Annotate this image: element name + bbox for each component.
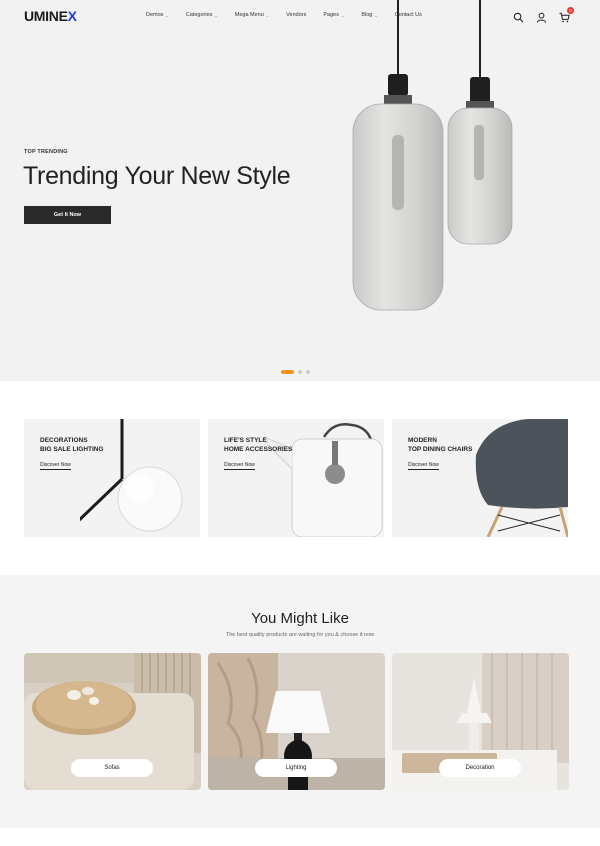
brand-logo[interactable]: UMINEX [24, 8, 77, 24]
site-header: UMINEX Demos ⌄ Categories ⌄ Mega Menu ⌄ Ven… [0, 0, 600, 32]
user-icon[interactable] [536, 10, 547, 23]
get-it-now-button[interactable]: Get It Now [24, 206, 111, 224]
section-title: You Might Like [251, 610, 349, 627]
hero-slider-dots [281, 370, 310, 374]
category-pill-lighting[interactable]: Lighting [255, 759, 337, 777]
category-pill-decoration[interactable]: Decoration [439, 759, 521, 777]
chevron-down-icon: ⌄ [165, 12, 169, 18]
discover-now-link[interactable]: Discover Now [40, 462, 71, 470]
section-subtitle: The best quality products are waiting fo… [225, 632, 375, 638]
search-icon[interactable] [513, 10, 524, 23]
cart-count-badge: 0 [567, 7, 574, 14]
nav-blog[interactable]: Blog ⌄ [361, 12, 377, 18]
hero-eyebrow: TOP TRENDING [24, 149, 68, 155]
hero-banner: TOP TRENDING Trending Your New Style Get… [0, 0, 600, 381]
promo-card-accessories[interactable]: LIFE'S STYLE HOME ACCESSORIES Discover N… [208, 419, 384, 537]
main-nav: Demos ⌄ Categories ⌄ Mega Menu ⌄ Vendors Pa… [146, 12, 439, 18]
header-actions: 0 [513, 7, 574, 23]
pendant-lamps-image [352, 0, 513, 311]
nav-contact-us[interactable]: Contact Us [395, 12, 422, 18]
category-pill-sofas[interactable]: Sofas [71, 759, 153, 777]
slider-dot[interactable] [281, 370, 294, 374]
nav-pages[interactable]: Pages ⌄ [323, 12, 344, 18]
nav-mega-menu[interactable]: Mega Menu ⌄ [235, 12, 269, 18]
slider-dot[interactable] [298, 370, 302, 374]
category-card-decoration[interactable]: Decoration [392, 653, 569, 790]
chevron-down-icon: ⌄ [340, 12, 345, 18]
promo-title: DECORATIONS BIG SALE LIGHTING [40, 437, 104, 453]
chevron-down-icon: ⌄ [214, 12, 218, 18]
nav-vendors[interactable]: Vendors [286, 12, 306, 18]
promo-title: LIFE'S STYLE HOME ACCESSORIES [224, 437, 293, 453]
promo-card-lighting[interactable]: DECORATIONS BIG SALE LIGHTING Discover N… [24, 419, 200, 537]
nav-categories[interactable]: Categories ⌄ [186, 12, 218, 18]
promo-section: DECORATIONS BIG SALE LIGHTING Discover N… [0, 381, 600, 575]
chevron-down-icon: ⌄ [374, 12, 378, 18]
category-card-sofas[interactable]: Sofas [24, 653, 201, 790]
slider-dot[interactable] [306, 370, 310, 374]
nav-demos[interactable]: Demos ⌄ [146, 12, 169, 18]
hero-title: Trending Your New Style [23, 162, 291, 190]
promo-card-chairs[interactable]: MODERN TOP DINING CHAIRS Discover Now [392, 419, 568, 537]
category-card-lighting[interactable]: Lighting [208, 653, 385, 790]
discover-now-link[interactable]: Discover Now [224, 462, 255, 470]
promo-title: MODERN TOP DINING CHAIRS [408, 437, 473, 453]
discover-now-link[interactable]: Discover Now [408, 462, 439, 470]
chevron-down-icon: ⌄ [265, 12, 270, 18]
you-might-like-section: You Might Like The best quality products… [0, 575, 600, 828]
footer-strip [0, 828, 600, 846]
cart-icon[interactable]: 0 [559, 7, 574, 23]
